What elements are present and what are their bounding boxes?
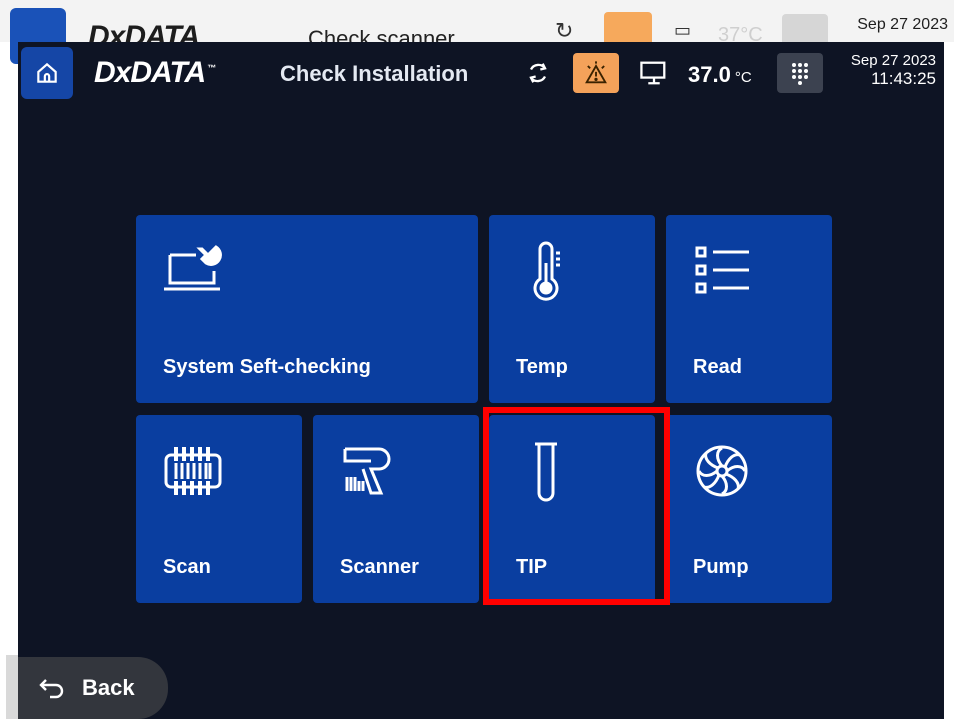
app-logo: DxDATA ™ [94,56,216,89]
background-alert-icon [604,12,652,46]
barcode-scanner-icon [343,447,391,495]
home-icon [37,62,57,83]
list-icon [695,246,749,294]
home-button[interactable] [21,47,73,99]
warning-icon [585,61,607,84]
background-refresh-icon: ↻ [555,18,574,43]
tile-label: Pump [693,556,749,578]
laptop-wrench-icon [164,245,222,291]
tile-label: System Seft-checking [163,356,371,378]
top-bar: DxDATA ™ Check Installation 37.0 °C Sep 27… [18,42,944,104]
barcode-rack-icon [164,447,222,495]
tile-scan[interactable]: Scan [136,415,302,603]
tile-label: Temp [516,356,568,378]
tile-label: Read [693,356,742,378]
date-label: Sep 27 2023 [850,52,936,69]
page-title: Check Installation [280,61,469,86]
thermometer-icon [533,241,560,301]
tile-temp[interactable]: Temp [489,215,655,403]
back-label: Back [82,675,135,700]
background-date: Sep 27 2023 [857,16,948,33]
tile-label: Scanner [340,556,419,578]
tile-pump[interactable]: Pump [666,415,832,603]
back-arrow-icon [39,679,64,699]
fan-icon [696,445,748,497]
background-monitor-icon: ▭ [674,20,692,40]
tip-highlight-box [483,407,670,605]
tile-scanner[interactable]: Scanner [313,415,479,603]
time-label: 11:43:25 [871,69,936,88]
datetime: Sep 27 2023 11:43:25 [851,52,936,88]
keypad-icon [792,63,808,85]
left-edge [6,655,18,719]
tile-system-self-checking[interactable]: System Seft-checking [136,215,478,403]
monitor-icon [640,61,666,85]
keypad-button[interactable] [777,53,823,93]
alert-button[interactable] [573,53,619,93]
back-button[interactable]: Back [18,657,168,719]
temperature-readout: 37.0 °C [688,62,752,87]
tile-read[interactable]: Read [666,215,832,403]
refresh-icon[interactable] [524,59,552,87]
tile-label: Scan [163,556,211,578]
main-screen: DxDATA ™ Check Installation 37.0 °C Sep 27… [18,42,944,719]
